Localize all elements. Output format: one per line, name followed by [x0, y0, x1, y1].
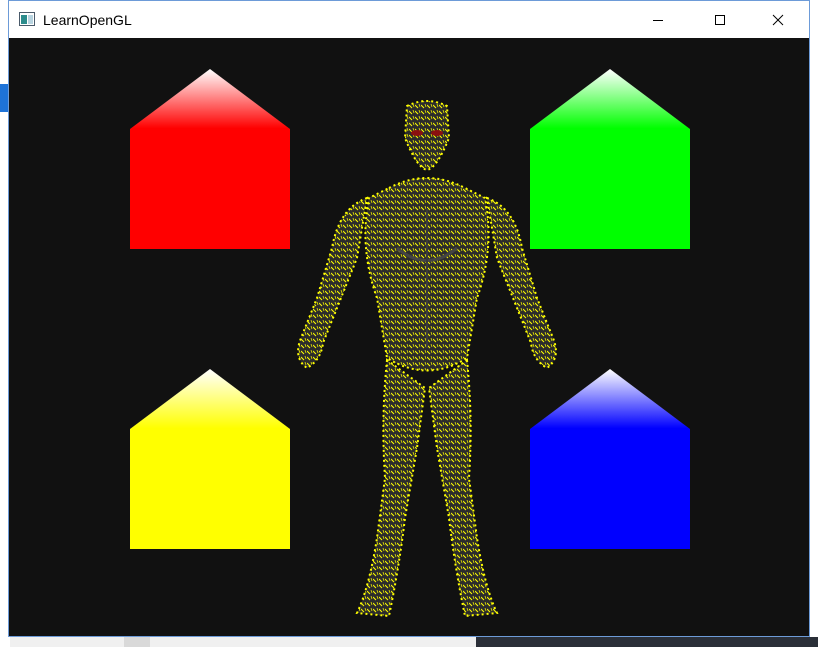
- maximize-button[interactable]: [697, 1, 743, 38]
- opengl-viewport[interactable]: [9, 38, 809, 636]
- window-title: LearnOpenGL: [43, 12, 132, 28]
- red-house: [130, 69, 290, 249]
- close-icon: [772, 14, 784, 25]
- yellow-house: [130, 369, 290, 549]
- background-gray-block: [124, 637, 150, 647]
- app-window: LearnOpenGL: [8, 0, 810, 637]
- maximize-icon: [715, 14, 725, 25]
- title-bar[interactable]: LearnOpenGL: [9, 1, 809, 38]
- minimize-icon: [653, 19, 663, 21]
- minimize-button[interactable]: [635, 1, 681, 38]
- background-dark-block: [476, 637, 818, 647]
- background-taskbar-strip: [10, 637, 818, 647]
- opengl-app-icon: [19, 12, 35, 26]
- nanosuit-model: [297, 100, 557, 618]
- close-button[interactable]: [755, 1, 801, 38]
